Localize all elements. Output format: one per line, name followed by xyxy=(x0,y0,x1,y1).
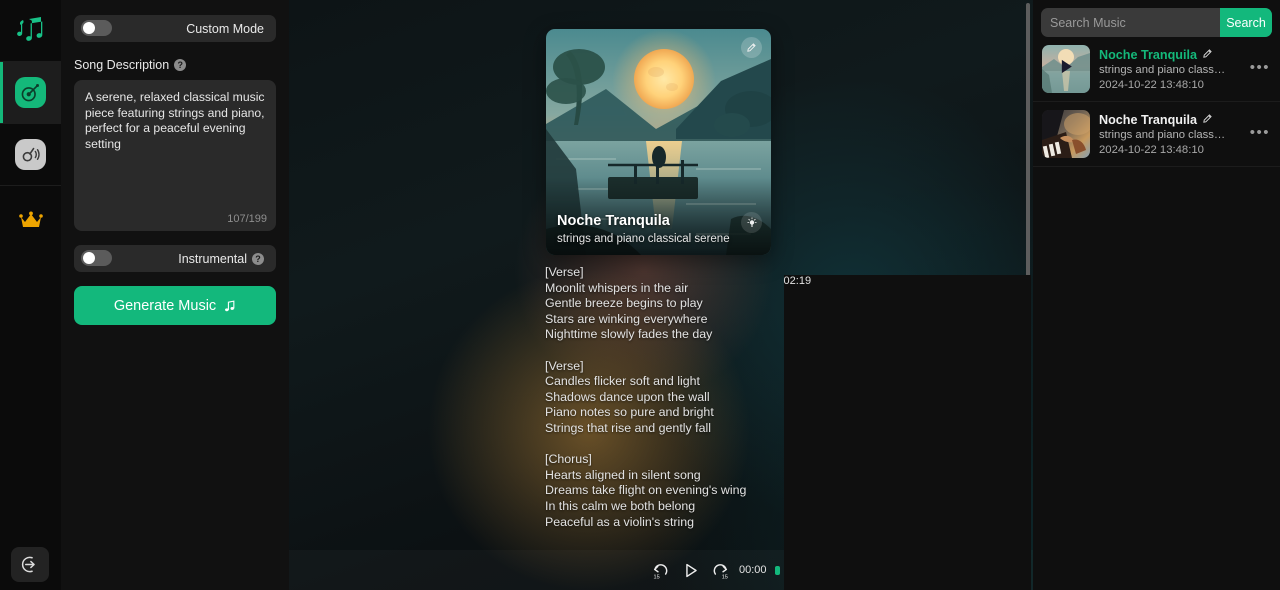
audio-player-bar: 15 15 00:00 02:19 xyxy=(289,275,1033,590)
app-logo xyxy=(0,0,61,61)
play-icon xyxy=(685,563,697,577)
forward-15-button[interactable]: 15 xyxy=(709,559,731,581)
card-song-subtitle: strings and piano classical serene xyxy=(557,233,730,245)
pencil-edit-icon xyxy=(1203,48,1212,58)
rewind-15-icon: 15 xyxy=(653,563,667,580)
forward-15-icon: 15 xyxy=(713,563,727,580)
seek-thumb[interactable] xyxy=(774,565,780,575)
custom-mode-label: Custom Mode xyxy=(186,21,264,36)
song-metadata: Noche Tranquila strings and piano classi… xyxy=(1099,48,1241,91)
pencil-edit-icon xyxy=(747,43,756,52)
logout-button[interactable] xyxy=(11,547,49,582)
instrumental-label: Instrumental xyxy=(178,251,247,266)
character-counter: 107/199 xyxy=(227,213,267,225)
rewind-15-button[interactable]: 15 xyxy=(649,559,671,581)
search-bar: Search xyxy=(1041,8,1272,37)
song-description-label-row: Song Description ? xyxy=(74,58,276,72)
song-date: 2024-10-22 13:48:10 xyxy=(1099,143,1204,156)
help-circle-icon[interactable]: ? xyxy=(174,59,187,71)
song-description-label: Song Description xyxy=(74,58,170,72)
search-input[interactable] xyxy=(1041,8,1220,37)
sidebar-item-create-music[interactable] xyxy=(0,62,61,123)
song-title-row: Noche Tranquila xyxy=(1099,113,1241,127)
generation-form-panel: Custom Mode Song Description ? A serene,… xyxy=(61,0,289,590)
switch-knob xyxy=(83,252,95,264)
song-thumbnail[interactable] xyxy=(1042,45,1090,93)
current-time: 00:00 xyxy=(739,564,767,576)
song-title-row: Noche Tranquila xyxy=(1099,48,1241,62)
generate-music-button[interactable]: Generate Music xyxy=(74,286,276,325)
total-time: 02:19 xyxy=(783,275,1031,590)
song-edit-button[interactable] xyxy=(1202,113,1213,127)
song-description: strings and piano classical se... xyxy=(1099,63,1227,76)
premium-upgrade-button[interactable] xyxy=(0,186,61,256)
pencil-edit-icon xyxy=(1203,113,1212,123)
song-description-value: A serene, relaxed classical music piece … xyxy=(85,90,268,152)
generate-music-label: Generate Music xyxy=(113,297,217,314)
more-options-icon[interactable]: ••• xyxy=(1250,124,1270,145)
player-stage: Noche Tranquila strings and piano classi… xyxy=(289,0,1033,590)
playback-controls: 15 15 xyxy=(649,559,731,581)
list-item[interactable]: Noche Tranquila strings and piano classi… xyxy=(1033,37,1280,102)
music-note-icon xyxy=(225,299,235,311)
song-title: Noche Tranquila xyxy=(1099,47,1197,62)
play-triangle-icon xyxy=(1056,57,1076,82)
help-circle-icon[interactable]: ? xyxy=(252,252,264,265)
thumbnail-artwork xyxy=(1042,110,1090,158)
song-edit-button[interactable] xyxy=(1202,48,1213,62)
album-art-card[interactable]: Noche Tranquila strings and piano classi… xyxy=(546,29,771,255)
song-thumbnail[interactable] xyxy=(1042,110,1090,158)
custom-mode-switch[interactable] xyxy=(81,20,112,36)
music-notes-logo-icon xyxy=(16,16,42,41)
song-description-input[interactable]: A serene, relaxed classical music piece … xyxy=(74,80,276,231)
song-metadata: Noche Tranquila strings and piano classi… xyxy=(1099,113,1241,156)
music-disc-icon xyxy=(15,77,46,108)
sound-wave-icon xyxy=(15,139,46,170)
song-title: Noche Tranquila xyxy=(1099,112,1197,127)
svg-text:15: 15 xyxy=(653,574,659,579)
crown-icon xyxy=(18,211,43,227)
sidebar-item-audio-tools[interactable] xyxy=(0,124,61,185)
more-options-icon[interactable]: ••• xyxy=(1250,59,1270,80)
music-library-panel: Search Music Search Noche Tranquila stri… xyxy=(1033,0,1280,590)
card-visualizer-button[interactable] xyxy=(741,212,762,233)
sparkle-light-icon xyxy=(746,216,757,227)
song-description: strings and piano classical se... xyxy=(1099,128,1227,141)
switch-knob xyxy=(83,22,95,34)
instrumental-toggle-row[interactable]: Instrumental ? xyxy=(74,245,276,272)
left-icon-rail xyxy=(0,0,61,590)
song-date: 2024-10-22 13:48:10 xyxy=(1099,78,1204,91)
search-button[interactable]: Search xyxy=(1220,8,1272,37)
svg-text:15: 15 xyxy=(721,574,727,579)
instrumental-switch[interactable] xyxy=(81,250,112,266)
custom-mode-toggle-row[interactable]: Custom Mode xyxy=(74,15,276,42)
app-root: Custom Mode Song Description ? A serene,… xyxy=(0,0,1280,590)
card-song-title: Noche Tranquila xyxy=(557,213,670,229)
play-button[interactable] xyxy=(679,559,701,581)
logout-icon xyxy=(21,556,35,573)
card-edit-button[interactable] xyxy=(741,37,762,58)
list-item[interactable]: Noche Tranquila strings and piano classi… xyxy=(1033,102,1280,167)
